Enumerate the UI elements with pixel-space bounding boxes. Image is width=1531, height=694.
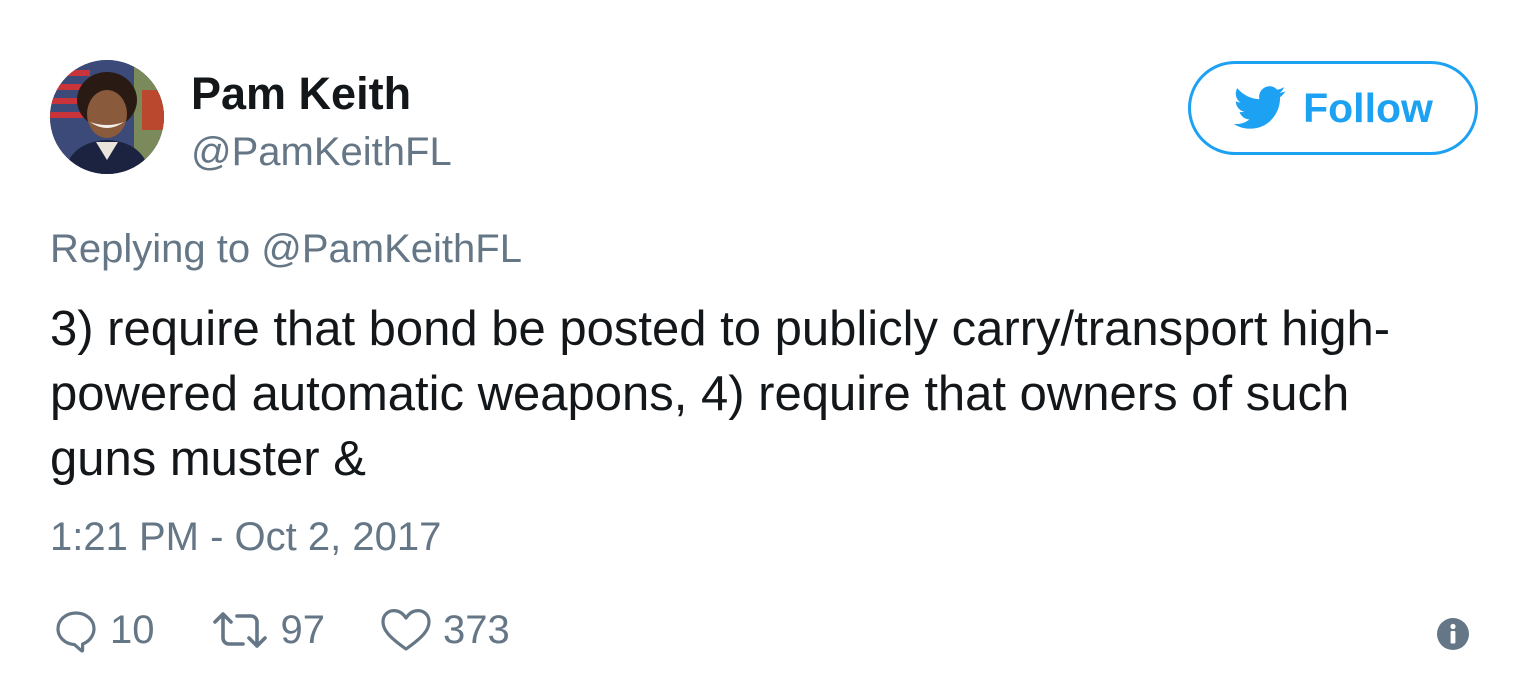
tweet-text: 3) require that bond be posted to public… — [50, 297, 1470, 492]
retweet-count: 97 — [280, 607, 326, 652]
reply-button[interactable]: 10 — [52, 606, 155, 654]
replying-prefix: Replying to — [50, 227, 251, 271]
author-handle[interactable]: @PamKeithFL — [191, 130, 452, 175]
tweet-actions: 10 97 373 — [52, 602, 564, 658]
reply-mention-link[interactable]: @PamKeithFL — [261, 227, 522, 271]
avatar[interactable] — [50, 60, 164, 174]
tweet-timestamp[interactable]: 1:21 PM - Oct 2, 2017 — [50, 515, 441, 560]
follow-label: Follow — [1303, 84, 1433, 131]
tweet-text-line: powered automatic weapons, 4) require th… — [50, 367, 1350, 421]
tweet-text-line: 3) require that bond be posted to public… — [50, 302, 1391, 356]
like-button[interactable]: 373 — [379, 606, 510, 654]
heart-icon — [381, 609, 431, 651]
reply-count: 10 — [110, 607, 155, 652]
author-display-name[interactable]: Pam Keith — [191, 68, 411, 120]
retweet-icon — [212, 612, 267, 648]
tweet-card: Pam Keith @PamKeithFL Follow Replying to… — [0, 0, 1531, 694]
reply-icon — [56, 611, 96, 653]
twitter-bird-icon — [1233, 86, 1286, 129]
like-count: 373 — [443, 607, 510, 652]
retweet-button[interactable]: 97 — [209, 606, 326, 654]
info-icon[interactable] — [1436, 617, 1470, 651]
follow-button[interactable]: Follow — [1188, 61, 1478, 155]
replying-to: Replying to @PamKeithFL — [50, 227, 522, 272]
tweet-text-line: guns muster & — [50, 432, 366, 486]
